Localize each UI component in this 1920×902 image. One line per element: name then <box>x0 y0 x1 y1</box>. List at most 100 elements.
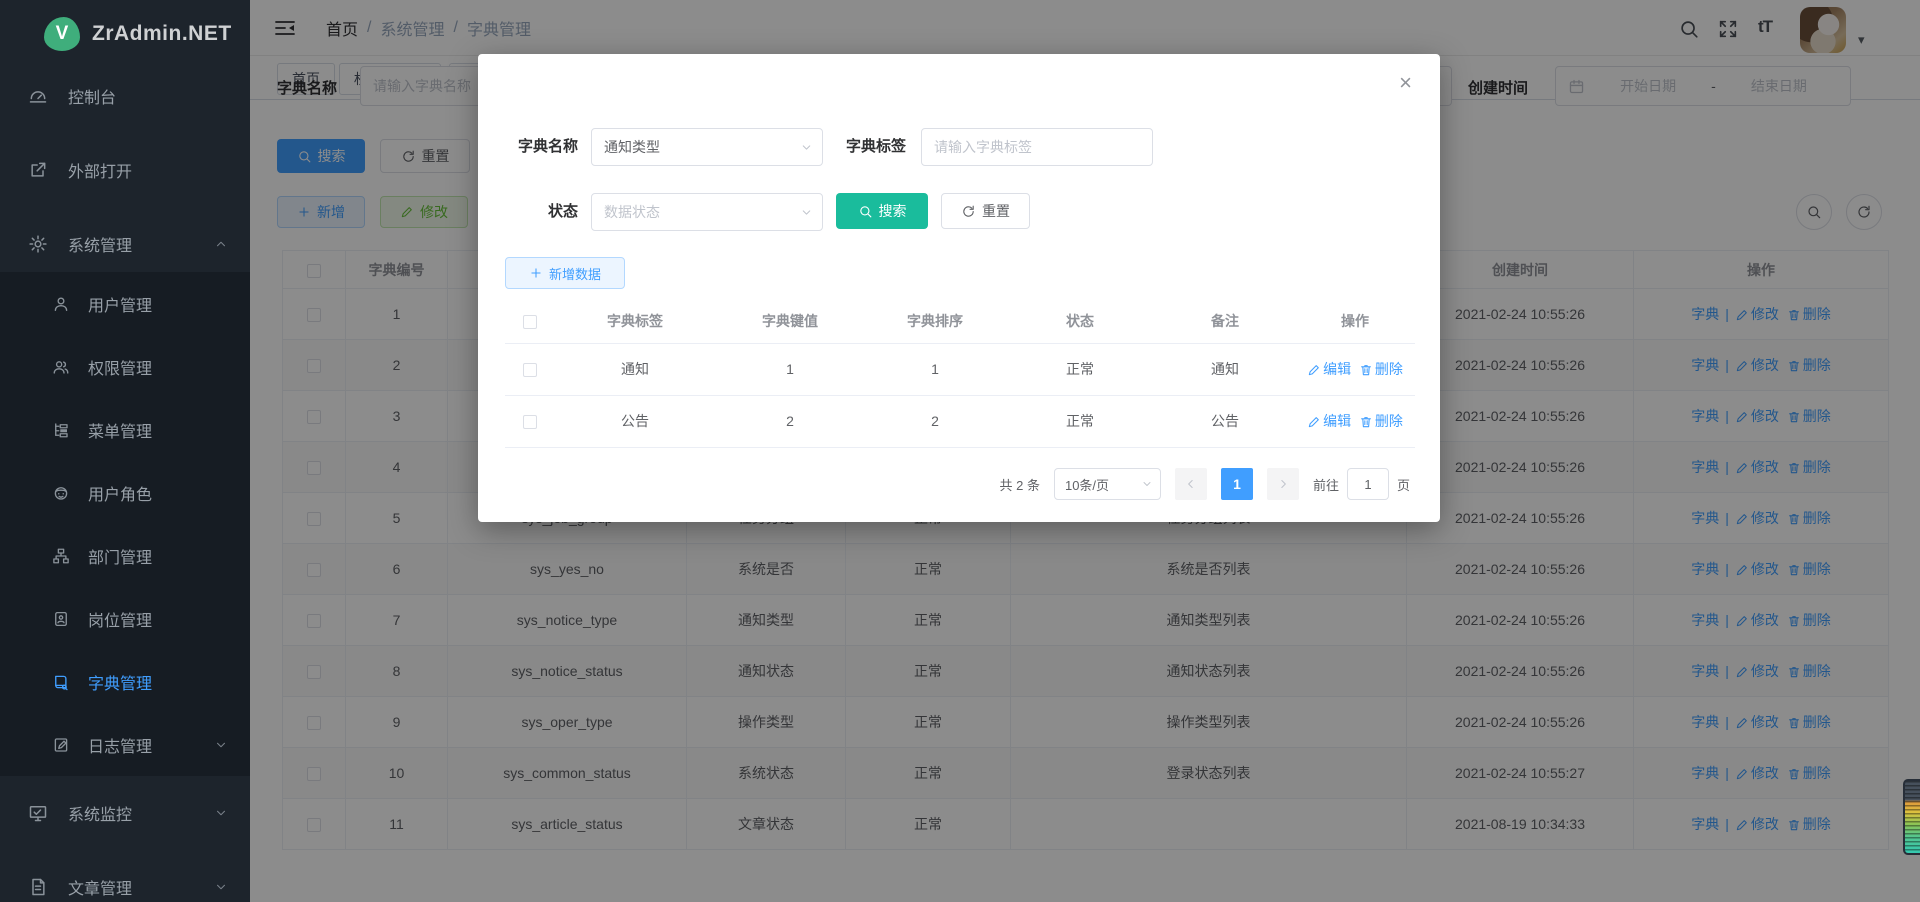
sidebar-item-label: 系统管理 <box>68 232 132 256</box>
sidebar-item-menu-management[interactable]: 菜单管理 <box>0 398 250 461</box>
chevron-down-icon <box>214 880 228 894</box>
sidebar-item-dashboard[interactable]: 控制台 <box>0 59 250 133</box>
robot-icon <box>52 484 70 502</box>
sidebar-item-label: 系统监控 <box>68 801 132 825</box>
modal-reset-button[interactable]: 重置 <box>941 193 1030 229</box>
modal-dict-name-label: 字典名称 <box>478 128 578 166</box>
sidebar-item-label: 外部打开 <box>68 158 132 182</box>
user-icon <box>52 295 70 313</box>
chevron-up-icon <box>214 237 228 251</box>
goto-unit-label: 页 <box>1397 475 1410 494</box>
cell-dict-label: 通知 <box>555 343 715 395</box>
close-icon[interactable]: × <box>1399 70 1412 96</box>
plus-icon <box>529 266 543 280</box>
goto-page-input[interactable] <box>1347 468 1389 500</box>
cell-status: 正常 <box>1005 395 1155 447</box>
sidebar-item-label: 部门管理 <box>88 544 152 568</box>
row-edit-link[interactable]: 编辑 <box>1307 361 1351 377</box>
dashboard-icon <box>28 86 48 106</box>
pagination-total: 共 2 条 <box>1000 475 1040 494</box>
trash-icon <box>1359 415 1373 429</box>
chevron-left-icon <box>1184 477 1198 491</box>
header-actions: 操作 <box>1295 300 1415 343</box>
cell-remark: 通知 <box>1155 343 1295 395</box>
goto-label: 前往 <box>1313 475 1339 494</box>
cell-dict-sort: 2 <box>865 395 1005 447</box>
dict-data-table: 字典标签 字典键值 字典排序 状态 备注 操作 通知 1 1 正常 通知 编辑 … <box>505 300 1415 448</box>
sidebar: V ZrAdmin.NET 控制台 外部打开 系统管理 用户管理 权限管理 菜单… <box>0 0 250 902</box>
sidebar-item-label: 控制台 <box>68 84 116 108</box>
goto-page: 前往 页 <box>1313 468 1410 500</box>
dict-data-modal: × 字典名称 通知类型 字典标签 状态 数据状态 搜索 重置 新增数据 <box>478 54 1440 522</box>
table-row: 公告 2 2 正常 公告 编辑 删除 <box>505 395 1415 447</box>
row-delete-link[interactable]: 删除 <box>1359 413 1403 429</box>
sidebar-item-system-monitor[interactable]: 系统监控 <box>0 776 250 850</box>
table-header-row: 字典标签 字典键值 字典排序 状态 备注 操作 <box>505 300 1415 343</box>
selected-value: 通知类型 <box>604 137 660 157</box>
chevron-down-icon <box>214 738 228 752</box>
modal-dict-label-label: 字典标签 <box>806 128 906 166</box>
add-data-label: 新增数据 <box>549 264 601 283</box>
sidebar-item-label: 用户角色 <box>88 481 152 505</box>
sidebar-item-system-management[interactable]: 系统管理 <box>0 207 250 281</box>
modal-dict-label-wrap <box>921 128 1153 166</box>
sitemap-icon <box>52 547 70 565</box>
sidebar-item-post-management[interactable]: 岗位管理 <box>0 587 250 650</box>
sidebar-item-label: 用户管理 <box>88 292 152 316</box>
menu-tree-icon <box>52 421 70 439</box>
current-page-button[interactable]: 1 <box>1221 468 1253 500</box>
table-row: 通知 1 1 正常 通知 编辑 删除 <box>505 343 1415 395</box>
chevron-down-icon <box>214 806 228 820</box>
browser-extension-widget[interactable] <box>1903 779 1920 855</box>
header-dict-label: 字典标签 <box>555 300 715 343</box>
page-size-value: 10条/页 <box>1065 475 1109 494</box>
header-status: 状态 <box>1005 300 1155 343</box>
sidebar-item-user-role[interactable]: 用户角色 <box>0 461 250 524</box>
select-all-checkbox[interactable] <box>523 315 537 329</box>
row-checkbox[interactable] <box>523 415 537 429</box>
article-icon <box>28 877 48 897</box>
refresh-icon <box>961 204 976 219</box>
cell-dict-label: 公告 <box>555 395 715 447</box>
sidebar-item-permission-management[interactable]: 权限管理 <box>0 335 250 398</box>
header-dict-value: 字典键值 <box>715 300 865 343</box>
cell-remark: 公告 <box>1155 395 1295 447</box>
modal-status-label: 状态 <box>478 193 578 231</box>
trash-icon <box>1359 363 1373 377</box>
pagination: 共 2 条 10条/页 1 前往 页 <box>505 468 1410 500</box>
modal-dict-name-select[interactable]: 通知类型 <box>591 128 823 166</box>
row-edit-link[interactable]: 编辑 <box>1307 413 1351 429</box>
modal-search-label: 搜索 <box>879 201 907 221</box>
chevron-down-icon <box>1141 478 1153 490</box>
page-size-select[interactable]: 10条/页 <box>1054 468 1161 500</box>
modal-status-select[interactable]: 数据状态 <box>591 193 823 231</box>
sidebar-item-article-management[interactable]: 文章管理 <box>0 850 250 902</box>
header-dict-sort: 字典排序 <box>865 300 1005 343</box>
external-link-icon <box>28 160 48 180</box>
pencil-icon <box>1307 363 1321 377</box>
modal-search-button[interactable]: 搜索 <box>836 193 928 229</box>
sidebar-item-department-management[interactable]: 部门管理 <box>0 524 250 587</box>
cell-dict-sort: 1 <box>865 343 1005 395</box>
cell-actions: 编辑 删除 <box>1295 395 1415 447</box>
next-page-button[interactable] <box>1267 468 1299 500</box>
cell-dict-value: 2 <box>715 395 865 447</box>
app-root: V ZrAdmin.NET 控制台 外部打开 系统管理 用户管理 权限管理 菜单… <box>0 0 1920 902</box>
sidebar-item-log-management[interactable]: 日志管理 <box>0 713 250 776</box>
header-remark: 备注 <box>1155 300 1295 343</box>
sidebar-item-external-open[interactable]: 外部打开 <box>0 133 250 207</box>
prev-page-button[interactable] <box>1175 468 1207 500</box>
modal-dict-label-input[interactable] <box>921 128 1153 166</box>
pencil-icon <box>1307 415 1321 429</box>
app-logo[interactable]: V ZrAdmin.NET <box>0 0 250 68</box>
search-icon <box>858 204 873 219</box>
sidebar-item-user-management[interactable]: 用户管理 <box>0 272 250 335</box>
sidebar-item-label: 岗位管理 <box>88 607 152 631</box>
add-data-button[interactable]: 新增数据 <box>505 257 625 289</box>
users-icon <box>52 358 70 376</box>
sidebar-item-dictionary-management[interactable]: 字典管理 <box>0 650 250 713</box>
chevron-down-icon <box>800 206 813 219</box>
row-delete-link[interactable]: 删除 <box>1359 361 1403 377</box>
row-checkbox[interactable] <box>523 363 537 377</box>
log-icon <box>52 736 70 754</box>
